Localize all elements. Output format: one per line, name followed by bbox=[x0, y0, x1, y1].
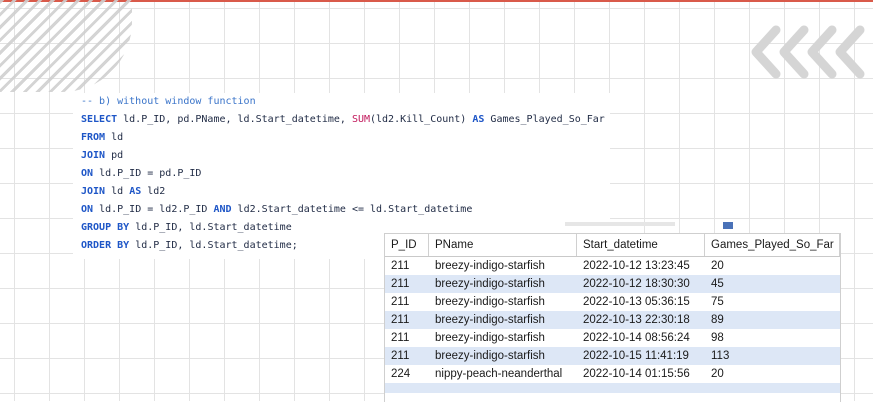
cell-p-id: 211 bbox=[391, 332, 410, 344]
function-name: SUM bbox=[351, 114, 370, 125]
table-row[interactable]: 211 breezy-indigo-starfish 2022-10-12 18… bbox=[385, 275, 840, 293]
cell-start-datetime: 2022-10-14 01:15:56 bbox=[583, 368, 690, 380]
keyword: AS bbox=[129, 186, 142, 197]
code-line-from: FROM ld bbox=[81, 132, 123, 143]
code-text: ld.P_ID, ld.Start_datetime; bbox=[129, 240, 298, 251]
cell-pname: breezy-indigo-starfish bbox=[435, 296, 545, 308]
column-header-games-played[interactable]: Games_Played_So_Far bbox=[705, 234, 840, 256]
cell-games-played: 89 bbox=[711, 314, 724, 326]
result-header-row: P_ID PName Start_datetime Games_Played_S… bbox=[385, 234, 840, 257]
cell-pname: nippy-peach-neanderthal bbox=[435, 368, 563, 380]
column-header-start-datetime[interactable]: Start_datetime bbox=[577, 234, 705, 256]
code-line-select: SELECT ld.P_ID, pd.PName, ld.Start_datet… bbox=[81, 114, 605, 125]
table-row[interactable]: 211 breezy-indigo-starfish 2022-10-13 22… bbox=[385, 311, 840, 329]
code-line-on-and: ON ld.P_ID = ld2.P_ID AND ld2.Start_date… bbox=[81, 204, 472, 215]
keyword: ON bbox=[81, 168, 94, 179]
result-toolbar-fragment bbox=[565, 222, 733, 229]
cell-games-played: 20 bbox=[711, 368, 724, 380]
keyword: ON bbox=[81, 204, 94, 215]
cell-games-played: 75 bbox=[711, 296, 724, 308]
keyword: SELECT bbox=[81, 114, 118, 125]
cell-start-datetime: 2022-10-15 11:41:19 bbox=[583, 350, 689, 362]
code-line-join: JOIN pd bbox=[81, 150, 123, 161]
code-text: ld.P_ID = ld2.P_ID bbox=[93, 204, 214, 215]
cell-p-id: 211 bbox=[391, 350, 410, 362]
chevrons-decoration-icon bbox=[751, 25, 865, 79]
keyword: GROUP BY bbox=[81, 222, 130, 233]
cell-p-id: 211 bbox=[391, 296, 410, 308]
table-row[interactable]: 211 breezy-indigo-starfish 2022-10-14 08… bbox=[385, 329, 840, 347]
cell-pname: breezy-indigo-starfish bbox=[435, 350, 545, 362]
code-text: ld bbox=[105, 132, 124, 143]
table-row[interactable]: 211 breezy-indigo-starfish 2022-10-13 05… bbox=[385, 293, 840, 311]
table-row[interactable]: 224 nippy-peach-neanderthal 2022-10-14 0… bbox=[385, 365, 840, 383]
keyword: FROM bbox=[81, 132, 106, 143]
keyword: ORDER BY bbox=[81, 240, 130, 251]
cell-pname: breezy-indigo-starfish bbox=[435, 278, 545, 290]
code-text: Games_Played_So_Far bbox=[484, 114, 605, 125]
code-text: ld2 bbox=[141, 186, 166, 197]
cell-p-id: 211 bbox=[391, 278, 410, 290]
cell-p-id: 224 bbox=[391, 368, 411, 380]
code-line-order-by: ORDER BY ld.P_ID, ld.Start_datetime; bbox=[81, 240, 298, 251]
cell-start-datetime: 2022-10-14 08:56:24 bbox=[583, 332, 690, 344]
code-text: ld.P_ID, pd.PName, ld.Start_datetime, bbox=[117, 114, 352, 125]
result-grid[interactable]: P_ID PName Start_datetime Games_Played_S… bbox=[384, 233, 841, 402]
code-text: pd bbox=[105, 150, 124, 161]
code-text: ld bbox=[105, 186, 130, 197]
code-line-on: ON ld.P_ID = pd.P_ID bbox=[81, 168, 201, 179]
cell-games-played: 20 bbox=[711, 260, 724, 272]
keyword: AS bbox=[472, 114, 485, 125]
code-comment: -- b) without window function bbox=[81, 96, 256, 107]
cell-p-id: 211 bbox=[391, 260, 410, 272]
cell-start-datetime: 2022-10-12 13:23:45 bbox=[583, 260, 690, 272]
cell-games-played: 98 bbox=[711, 332, 724, 344]
code-text: ld.P_ID = pd.P_ID bbox=[93, 168, 202, 179]
cell-start-datetime: 2022-10-12 18:30:30 bbox=[583, 278, 690, 290]
cell-p-id: 211 bbox=[391, 314, 410, 326]
cell-pname: breezy-indigo-starfish bbox=[435, 314, 545, 326]
code-text: (ld2.Kill_Count) bbox=[370, 114, 473, 125]
cell-games-played: 45 bbox=[711, 278, 724, 290]
keyword: JOIN bbox=[81, 150, 106, 161]
table-row-partial[interactable] bbox=[385, 383, 840, 393]
cell-start-datetime: 2022-10-13 05:36:15 bbox=[583, 296, 690, 308]
column-header-pname[interactable]: PName bbox=[429, 234, 577, 256]
column-header-p-id[interactable]: P_ID bbox=[385, 234, 429, 256]
keyword: AND bbox=[213, 204, 232, 215]
cell-games-played: 113 bbox=[711, 350, 730, 362]
code-text: ld.P_ID, ld.Start_datetime bbox=[129, 222, 292, 233]
code-line-join-alias: JOIN ld AS ld2 bbox=[81, 186, 165, 197]
code-line-group-by: GROUP BY ld.P_ID, ld.Start_datetime bbox=[81, 222, 292, 233]
cell-pname: breezy-indigo-starfish bbox=[435, 332, 545, 344]
keyword: JOIN bbox=[81, 186, 106, 197]
cell-pname: breezy-indigo-starfish bbox=[435, 260, 545, 272]
code-text: ld2.Start_datetime <= ld.Start_datetime bbox=[231, 204, 473, 215]
cell-start-datetime: 2022-10-13 22:30:18 bbox=[583, 314, 690, 326]
table-row[interactable]: 211 breezy-indigo-starfish 2022-10-15 11… bbox=[385, 347, 840, 365]
table-row[interactable]: 211 breezy-indigo-starfish 2022-10-12 13… bbox=[385, 257, 840, 275]
